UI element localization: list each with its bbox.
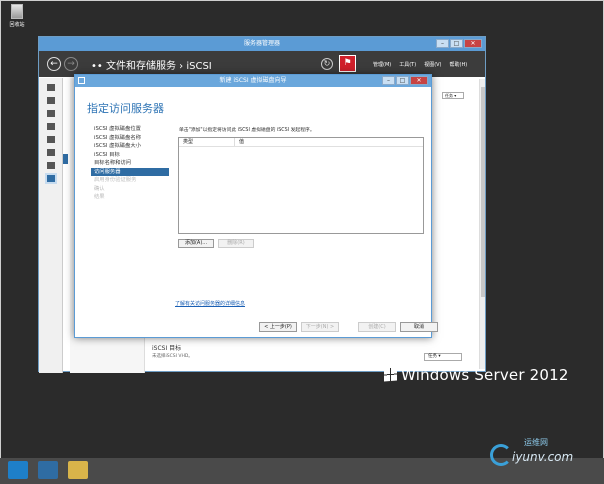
wizard-steps: iSCSI 虚拟磁盘位置 iSCSI 虚拟磁盘名称 iSCSI 虚拟磁盘大小 i… xyxy=(91,125,169,202)
step-iscsi-target[interactable]: iSCSI 目标 xyxy=(91,151,169,160)
file-explorer-taskbar-icon[interactable] xyxy=(68,461,88,479)
maximize-button[interactable]: □ xyxy=(450,39,463,48)
wizard-heading: 指定访问服务器 xyxy=(87,102,164,115)
previous-button[interactable]: < 上一步(P) xyxy=(259,322,297,332)
wizard-minimize-button[interactable]: – xyxy=(382,76,395,85)
menu-tools[interactable]: 工具(T) xyxy=(399,61,416,68)
dns-icon[interactable] xyxy=(46,136,55,143)
powershell-taskbar-icon[interactable] xyxy=(38,461,58,479)
local-server-icon[interactable] xyxy=(46,97,55,104)
back-button[interactable]: ← xyxy=(47,57,61,71)
windows-logo-icon xyxy=(384,367,397,382)
server-manager-title: 服务器管理器 xyxy=(243,40,280,47)
initiator-table[interactable]: 类型 值 xyxy=(178,137,424,234)
add-button[interactable]: 添加(A)... xyxy=(178,239,214,248)
vertical-scrollbar[interactable] xyxy=(479,79,485,369)
menu-manage[interactable]: 管理(M) xyxy=(373,61,391,68)
wizard-button-row: < 上一步(P) 下一步(N) > 创建(C) 取消 xyxy=(259,322,438,332)
tasks-dropdown-bottom[interactable]: 任务 ▾ xyxy=(424,353,462,361)
next-button[interactable]: 下一步(N) > xyxy=(301,322,339,332)
close-button[interactable]: ✕ xyxy=(464,39,482,48)
step-disk-size[interactable]: iSCSI 虚拟磁盘大小 xyxy=(91,142,169,151)
create-button[interactable]: 创建(C) xyxy=(358,322,396,332)
step-disk-location[interactable]: iSCSI 虚拟磁盘位置 xyxy=(91,125,169,134)
wizard-maximize-button[interactable]: □ xyxy=(396,76,409,85)
wizard-titlebar: 新建 iSCSI 虚拟磁盘向导 – □ ✕ xyxy=(75,75,431,87)
notification-flag-icon[interactable]: ⚑ xyxy=(339,55,356,72)
iscsi-section-subtitle: 未选择iSCSI VHD。 xyxy=(152,354,193,359)
file-services-icon[interactable] xyxy=(46,149,55,156)
server-manager-titlebar: 服务器管理器 – □ ✕ xyxy=(39,37,485,51)
menu-help[interactable]: 帮助(H) xyxy=(450,61,468,68)
learn-more-link[interactable]: 了解有关访问服务器的详细信息 xyxy=(175,300,245,307)
recycle-bin[interactable]: 回收站 xyxy=(6,4,28,28)
step-results: 结果 xyxy=(94,194,105,200)
cancel-button[interactable]: 取消 xyxy=(400,322,438,332)
hyperv-icon[interactable] xyxy=(46,162,55,169)
menu-view[interactable]: 视图(V) xyxy=(424,61,441,68)
step-authentication: 启用身份验证服务 xyxy=(94,177,137,183)
wizard-window-icon xyxy=(78,77,85,84)
iscsi-targets-section: iSCSI 目标 未选择iSCSI VHD。 xyxy=(152,343,193,359)
step-confirmation: 确认 xyxy=(94,185,105,192)
column-value[interactable]: 值 xyxy=(235,138,244,146)
dashboard-icon[interactable] xyxy=(46,84,55,91)
wizard-body: 指定访问服务器 iSCSI 虚拟磁盘位置 iSCSI 虚拟磁盘名称 iSCSI … xyxy=(79,87,438,335)
table-header: 类型 值 xyxy=(179,138,423,147)
watermark-site: iyunv.com xyxy=(512,450,574,464)
selected-indicator xyxy=(63,154,68,164)
step-disk-name[interactable]: iSCSI 虚拟磁盘名称 xyxy=(91,134,169,143)
wizard-dialog: 新建 iSCSI 虚拟磁盘向导 – □ ✕ 指定访问服务器 iSCSI 虚拟磁盘… xyxy=(74,74,438,338)
storage-icon[interactable] xyxy=(44,173,57,184)
column-type[interactable]: 类型 xyxy=(179,138,235,146)
menu-bar: 管理(M) 工具(T) 视图(V) 帮助(H) xyxy=(373,61,467,68)
all-servers-icon[interactable] xyxy=(46,110,55,117)
refresh-icon[interactable]: ↻ xyxy=(321,57,333,70)
breadcrumb: •• 文件和存储服务 › iSCSI xyxy=(91,60,212,72)
iscsi-section-title: iSCSI 目标 xyxy=(152,345,182,352)
watermark-logo-icon xyxy=(490,444,512,466)
recycle-bin-label: 回收站 xyxy=(9,22,25,28)
ad-icon[interactable] xyxy=(46,123,55,130)
step-target-name-access[interactable]: 目标名称和访问 xyxy=(91,159,169,168)
wizard-title: 新建 iSCSI 虚拟磁盘向导 xyxy=(219,77,287,84)
server-manager-taskbar-icon[interactable] xyxy=(8,461,28,479)
windows-server-text: Windows Server 2012 xyxy=(401,366,569,384)
watermark-cn: 运维网 xyxy=(524,438,548,447)
minimize-button[interactable]: – xyxy=(436,39,449,48)
nav-sidebar xyxy=(39,78,68,373)
instruction-text: 单击"添加"以指定将访问此 iSCSI 虚拟磁盘的 iSCSI 发起程序。 xyxy=(179,128,315,133)
remove-button[interactable]: 删除(R) xyxy=(218,239,254,248)
step-access-servers[interactable]: 访问服务器 xyxy=(91,167,169,176)
scroll-thumb[interactable] xyxy=(481,87,485,297)
windows-server-branding: Windows Server 2012 xyxy=(384,366,569,384)
recycle-bin-icon xyxy=(11,4,23,19)
wizard-close-button[interactable]: ✕ xyxy=(410,76,428,85)
forward-button[interactable]: → xyxy=(64,57,78,71)
tasks-dropdown-top[interactable]: 任务 ▾ xyxy=(442,92,464,99)
